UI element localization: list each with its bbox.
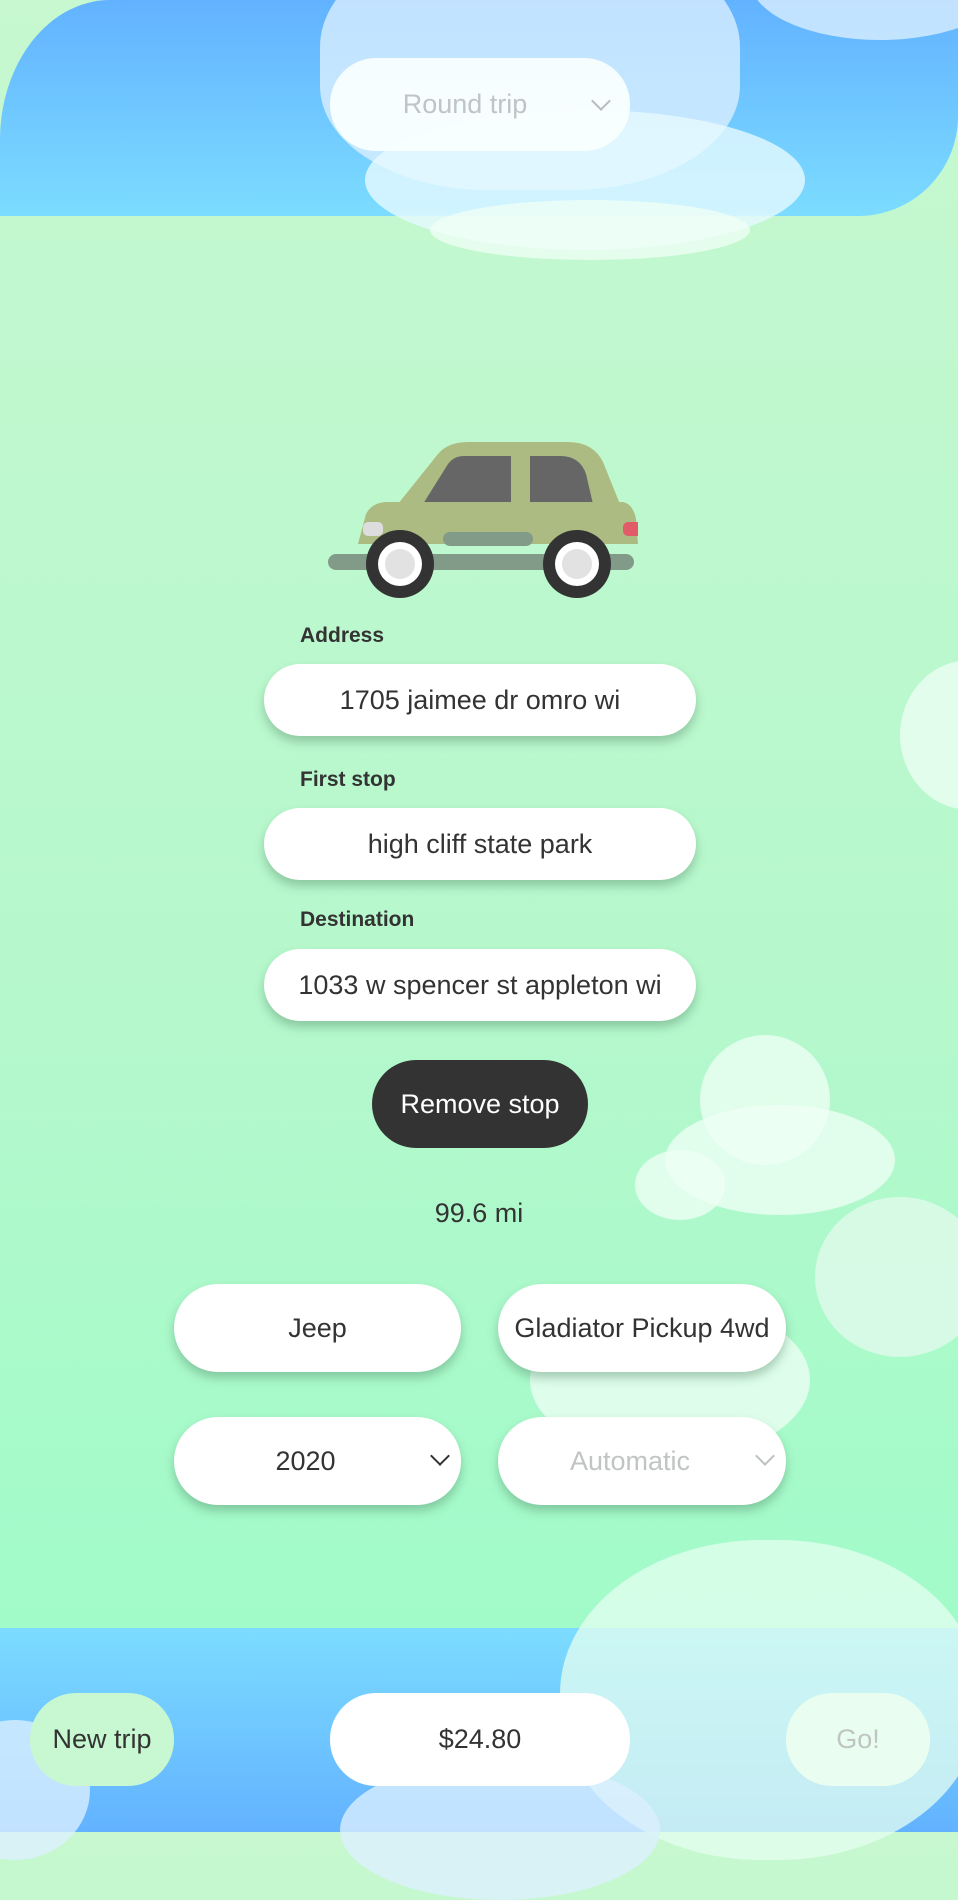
remove-stop-button[interactable]: Remove stop bbox=[372, 1060, 588, 1148]
vehicle-year-value: 2020 bbox=[275, 1445, 336, 1476]
cloud-decoration bbox=[635, 1150, 725, 1220]
new-trip-label: New trip bbox=[52, 1724, 152, 1754]
vehicle-year-select[interactable]: 2020 bbox=[174, 1417, 461, 1505]
first-stop-input[interactable]: high cliff state park bbox=[264, 808, 696, 880]
car-headlight bbox=[363, 522, 383, 536]
vehicle-make-value: Jeep bbox=[288, 1312, 347, 1343]
car-hub bbox=[562, 549, 592, 579]
cloud-decoration bbox=[430, 200, 750, 260]
destination-label: Destination bbox=[300, 908, 415, 931]
chevron-down-icon bbox=[591, 91, 611, 111]
car-hub bbox=[385, 549, 415, 579]
vehicle-model-value: Gladiator Pickup 4wd bbox=[514, 1312, 770, 1343]
go-button[interactable]: Go! bbox=[786, 1693, 930, 1786]
destination-input[interactable]: 1033 w spencer st appleton wi bbox=[264, 949, 696, 1021]
chevron-down-icon bbox=[755, 1446, 775, 1466]
transmission-value: Automatic bbox=[569, 1445, 691, 1476]
car-icon bbox=[328, 442, 638, 598]
address-label: Address bbox=[300, 624, 385, 647]
address-value: 1705 jaimee dr omro wi bbox=[339, 684, 621, 715]
cloud-decoration bbox=[900, 660, 958, 810]
car-tail-light bbox=[623, 522, 638, 536]
trip-type-value: Round trip bbox=[402, 89, 528, 119]
transmission-select[interactable]: Automatic bbox=[498, 1417, 786, 1505]
address-input[interactable]: 1705 jaimee dr omro wi bbox=[264, 664, 696, 736]
distance-readout: 99.6 mi bbox=[434, 1198, 524, 1228]
go-label: Go! bbox=[836, 1724, 880, 1754]
vehicle-make-input[interactable]: Jeep bbox=[174, 1284, 461, 1372]
new-trip-button[interactable]: New trip bbox=[30, 1693, 174, 1786]
car-trim bbox=[443, 532, 533, 546]
first-stop-label: First stop bbox=[300, 768, 396, 791]
cloud-decoration bbox=[815, 1197, 958, 1357]
destination-value: 1033 w spencer st appleton wi bbox=[298, 969, 662, 1000]
remove-stop-label: Remove stop bbox=[400, 1088, 560, 1119]
trip-type-select[interactable]: Round trip bbox=[330, 58, 630, 151]
first-stop-value: high cliff state park bbox=[367, 828, 593, 859]
price-display: $24.80 bbox=[330, 1693, 630, 1786]
vehicle-model-input[interactable]: Gladiator Pickup 4wd bbox=[498, 1284, 786, 1372]
price-value: $24.80 bbox=[438, 1724, 522, 1754]
chevron-down-icon bbox=[430, 1446, 450, 1466]
